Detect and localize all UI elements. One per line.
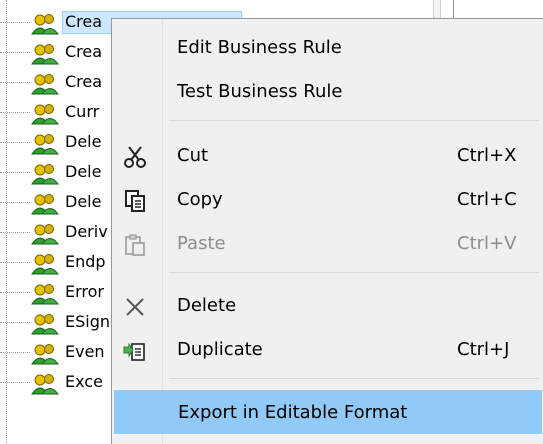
menu-item-label: Test Business Rule	[177, 81, 343, 102]
tree-node-label: Exce	[65, 372, 103, 391]
menu-item-shortcut: Ctrl+C	[457, 189, 517, 210]
delete-x-icon	[122, 294, 148, 320]
tree-node-label: Crea	[65, 72, 103, 91]
business-rule-people-icon	[30, 342, 60, 366]
tree-connector-line	[0, 262, 30, 263]
tree-node-label: Crea	[65, 42, 103, 61]
tree-node[interactable]: ESign	[0, 308, 120, 338]
tree-node-label: Dele	[65, 162, 102, 181]
menu-item-export-in-editable-format[interactable]: Export in Editable Format	[114, 390, 542, 434]
business-rule-people-icon	[30, 162, 60, 186]
pane-divider	[453, 0, 457, 20]
tree-connector-line	[0, 352, 30, 353]
tree-node-label: Endp	[65, 252, 106, 271]
menu-item-cut[interactable]: Cut Ctrl+X	[114, 134, 542, 178]
business-rule-people-icon	[30, 192, 60, 216]
tree-node[interactable]: Error	[0, 278, 120, 308]
business-rule-people-icon	[30, 132, 60, 156]
tree-node-label: Dele	[65, 192, 102, 211]
menu-item-label: Duplicate	[177, 339, 263, 360]
scissors-icon	[122, 144, 148, 170]
tree-node-label: Even	[65, 342, 105, 361]
business-rule-people-icon	[30, 12, 60, 36]
menu-item-shortcut: Ctrl+V	[457, 233, 517, 254]
context-menu: Edit Business Rule Test Business Rule Cu…	[111, 18, 543, 444]
menu-item-test-business-rule[interactable]: Test Business Rule	[114, 70, 542, 114]
business-rule-people-icon	[30, 42, 60, 66]
menu-item-label: Cut	[177, 145, 209, 166]
tree-connector-line	[0, 292, 30, 293]
paste-icon	[122, 232, 148, 258]
tree-node[interactable]: Endp	[0, 248, 120, 278]
tree-node[interactable]: Crea	[0, 8, 242, 38]
tree-node[interactable]: Crea	[0, 38, 120, 68]
menu-item-edit-business-rule[interactable]: Edit Business Rule	[114, 26, 542, 70]
menu-item-copy[interactable]: Copy Ctrl+C	[114, 178, 542, 222]
menu-separator	[169, 120, 539, 121]
tree-connector-line	[0, 322, 30, 323]
tree-node[interactable]: Even	[0, 338, 120, 368]
tree-connector-line	[0, 202, 30, 203]
menu-item-label: Copy	[177, 189, 223, 210]
menu-item-duplicate[interactable]: Duplicate Ctrl+J	[114, 328, 542, 372]
business-rule-people-icon	[30, 282, 60, 306]
tree-node-label: Deriv	[65, 222, 108, 241]
splitter-handle[interactable]	[433, 0, 441, 20]
tree-node[interactable]: Dele	[0, 128, 120, 158]
tree-node-label: Error	[65, 282, 104, 301]
tree-node[interactable]: Curr	[0, 98, 120, 128]
tree-connector-line	[0, 172, 30, 173]
menu-item-label: Delete	[177, 295, 237, 316]
business-rule-people-icon	[30, 252, 60, 276]
business-rule-people-icon	[30, 312, 60, 336]
tree-node-label: ESign	[65, 312, 111, 331]
tree-node[interactable]: Dele	[0, 158, 120, 188]
business-rule-people-icon	[30, 372, 60, 396]
tree-connector-line	[0, 142, 30, 143]
menu-item-shortcut: Ctrl+X	[457, 145, 517, 166]
menu-separator	[169, 272, 539, 273]
menu-item-shortcut: Ctrl+J	[457, 339, 510, 360]
tree-node[interactable]: Dele	[0, 188, 120, 218]
menu-item-label: Export in Editable Format	[178, 402, 408, 423]
menu-item-label: Edit Business Rule	[177, 37, 342, 58]
menu-item-label: Paste	[177, 233, 226, 254]
menu-item-paste[interactable]: Paste Ctrl+V	[114, 222, 542, 266]
tree-node[interactable]: Deriv	[0, 218, 120, 248]
business-rule-people-icon	[30, 222, 60, 246]
menu-item-delete[interactable]: Delete	[114, 284, 542, 328]
tree-connector-line	[0, 232, 30, 233]
tree-connector-line	[0, 112, 30, 113]
tree-connector-line	[0, 22, 30, 23]
duplicate-icon	[122, 338, 148, 364]
tree-node-label: Curr	[65, 102, 100, 121]
tree-connector-line	[0, 382, 30, 383]
tree-node[interactable]: Exce	[0, 368, 120, 398]
tree-node-label: Dele	[65, 132, 102, 151]
tree-node[interactable]: Crea	[0, 68, 120, 98]
business-rule-people-icon	[30, 72, 60, 96]
menu-separator	[169, 378, 539, 379]
tree-node-label: Crea	[65, 12, 103, 31]
copy-icon	[122, 188, 148, 214]
tree-connector-line	[0, 82, 30, 83]
business-rule-people-icon	[30, 102, 60, 126]
tree-connector-line	[0, 52, 30, 53]
